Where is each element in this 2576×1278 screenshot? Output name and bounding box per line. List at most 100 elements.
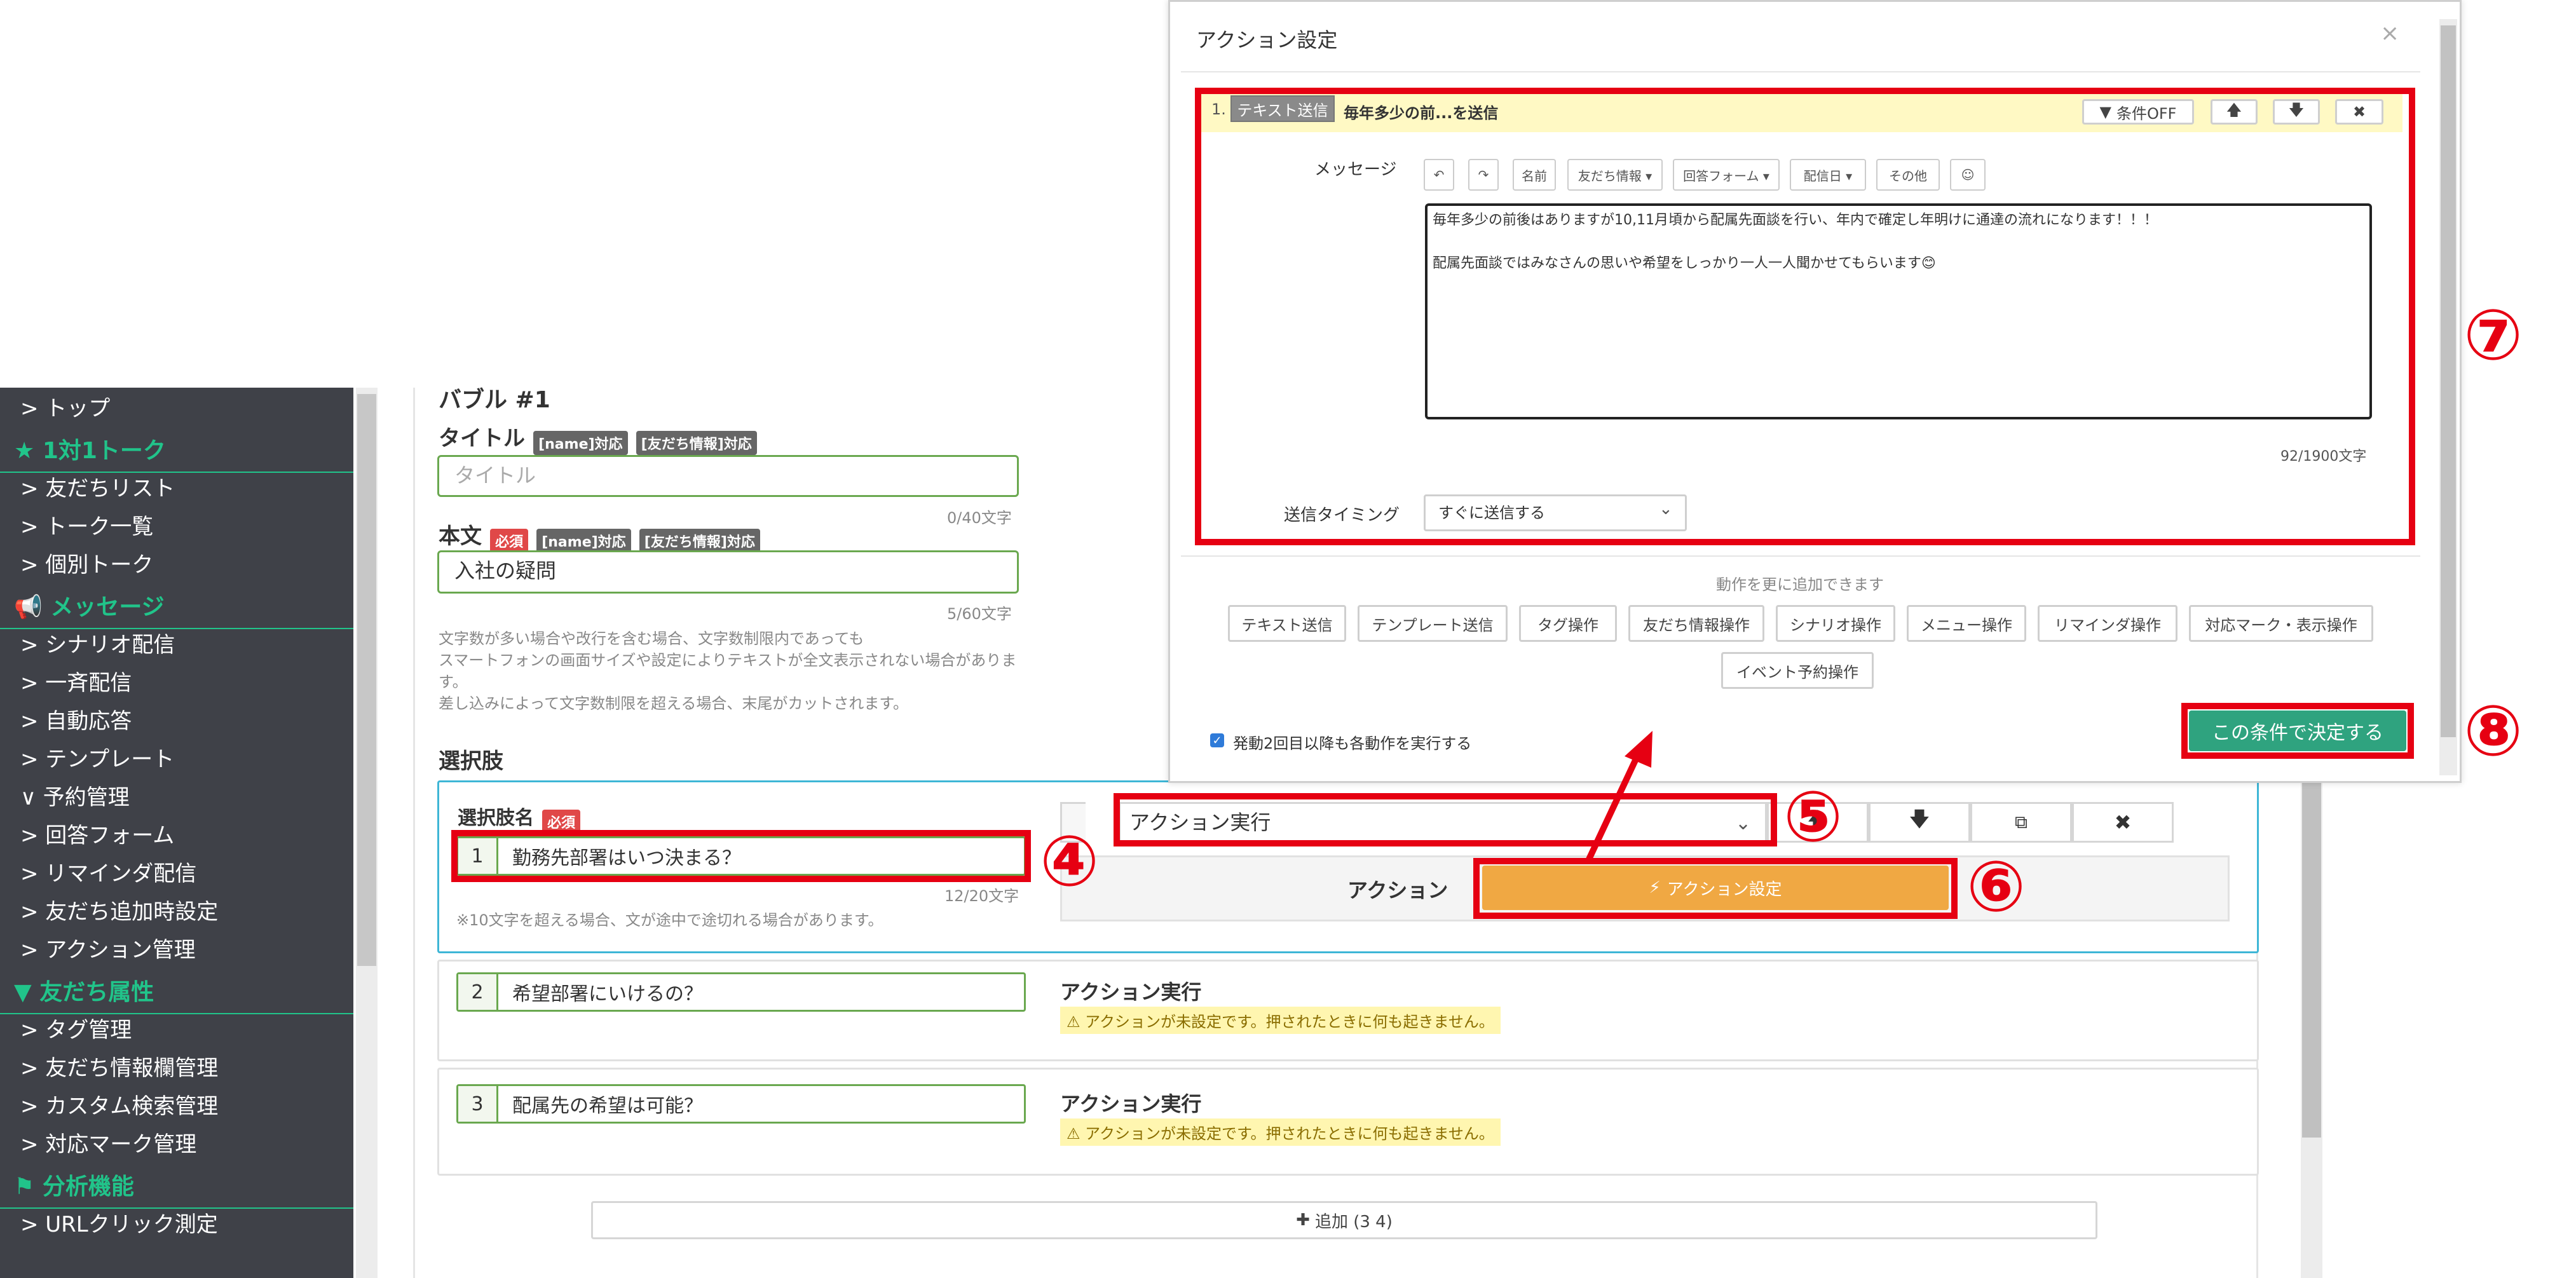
filter-icon: ▼ bbox=[14, 979, 40, 1005]
add-choice-button[interactable]: ✚ 追加 (3 4) bbox=[591, 1201, 2097, 1239]
add-action-hint: 動作を更に追加できます bbox=[1716, 576, 1884, 594]
copy-button[interactable]: ⧉ bbox=[1970, 802, 2072, 843]
add-tag-op-button[interactable]: タグ操作 bbox=[1519, 605, 1617, 642]
chevron-right-icon: > bbox=[20, 670, 46, 696]
sidebar-item-7[interactable]: > 一斉配信 bbox=[0, 667, 353, 699]
required-badge: 必須 bbox=[490, 528, 529, 553]
help-text: 文字数が多い場合や改行を含む場合、文字数制限内であっても スマートフォンの画面サ… bbox=[439, 630, 1017, 712]
sidebar-section-15[interactable]: ▼ 友だち属性 bbox=[0, 972, 353, 1014]
modal-title: アクション設定 bbox=[1196, 28, 1338, 52]
name-tag: [name]対応 bbox=[536, 528, 631, 553]
highlight-box-7 bbox=[1195, 88, 2415, 545]
choice-2-warning: ⚠ アクションが未設定です。押されたときに何も起きません。 bbox=[1060, 1007, 1501, 1034]
chevron-down-icon: ∨ bbox=[20, 785, 43, 810]
copy-icon: ⧉ bbox=[2015, 812, 2027, 833]
annotation-4: ④ bbox=[1040, 820, 1100, 902]
add-template-send-button[interactable]: テンプレート送信 bbox=[1358, 605, 1508, 642]
add-event-reservation-op-button[interactable]: イベント予約操作 bbox=[1721, 652, 1874, 689]
move-down-button[interactable]: 🡇 bbox=[1869, 802, 1970, 843]
sidebar-item-21[interactable]: > URLクリック測定 bbox=[0, 1209, 353, 1241]
sidebar-section-1[interactable]: ★ 1対1トーク bbox=[0, 431, 353, 473]
chevron-right-icon: > bbox=[20, 1094, 46, 1119]
add-reminder-op-button[interactable]: リマインダ操作 bbox=[2038, 605, 2177, 642]
sidebar-item-3[interactable]: > トーク一覧 bbox=[0, 511, 353, 543]
sidebar-item-4[interactable]: > 個別トーク bbox=[0, 549, 353, 581]
action-label: アクション bbox=[1347, 878, 1448, 902]
choice-3-input[interactable]: 3 配属先の希望は可能？ bbox=[456, 1084, 1026, 1124]
sidebar-scroll-thumb[interactable] bbox=[357, 394, 376, 966]
chevron-right-icon: > bbox=[20, 552, 46, 578]
choice-1-note: ※10文字を超える場合、文が途中で途切れる場合があります。 bbox=[456, 911, 883, 929]
chevron-right-icon: > bbox=[20, 747, 46, 772]
highlight-box-4 bbox=[451, 830, 1031, 882]
title-input[interactable]: タイトル bbox=[437, 455, 1019, 497]
chevron-right-icon: > bbox=[20, 514, 46, 540]
modal-section-divider bbox=[1181, 555, 2420, 557]
chevron-right-icon: > bbox=[20, 1212, 46, 1237]
warning-icon: ⚠ bbox=[1067, 1125, 1086, 1143]
repeat-checkbox[interactable]: ✓ bbox=[1210, 733, 1224, 747]
sidebar-item-16[interactable]: > タグ管理 bbox=[0, 1014, 353, 1046]
choices-label: 選択肢 bbox=[439, 749, 503, 774]
flag-icon: ⚑ bbox=[14, 1174, 43, 1200]
body-char-count: 5/60文字 bbox=[947, 605, 1012, 623]
sidebar-item-19[interactable]: > 対応マーク管理 bbox=[0, 1129, 353, 1160]
add-mark-display-op-button[interactable]: 対応マーク・表示操作 bbox=[2189, 605, 2373, 642]
highlight-box-8 bbox=[2181, 703, 2414, 759]
repeat-label: 発動2回目以降も各動作を実行する bbox=[1233, 735, 1472, 752]
chevron-right-icon: > bbox=[20, 1017, 46, 1043]
highlight-box-6 bbox=[1473, 858, 1958, 919]
title-label-row: タイトル [name]対応 [友だち情報]対応 bbox=[439, 421, 757, 455]
sidebar-item-6[interactable]: > シナリオ配信 bbox=[0, 629, 353, 661]
highlight-box-5 bbox=[1114, 793, 1777, 846]
sidebar-item-2[interactable]: > 友だちリスト bbox=[0, 473, 353, 505]
choice-2-action-title: アクション実行 bbox=[1060, 980, 1202, 1004]
sidebar-item-17[interactable]: > 友だち情報欄管理 bbox=[0, 1052, 353, 1084]
sidebar-item-8[interactable]: > 自動応答 bbox=[0, 705, 353, 737]
sidebar-item-0[interactable]: > トップ bbox=[0, 393, 353, 425]
choice-name-label: 選択肢名 bbox=[458, 807, 534, 829]
name-tag: [name]対応 bbox=[533, 430, 628, 455]
check-icon: ✓ bbox=[1212, 733, 1222, 747]
add-friend-info-op-button[interactable]: 友だち情報操作 bbox=[1628, 605, 1764, 642]
sidebar-item-9[interactable]: > テンプレート bbox=[0, 744, 353, 775]
sidebar-section-20[interactable]: ⚑ 分析機能 bbox=[0, 1167, 353, 1209]
chevron-right-icon: > bbox=[20, 476, 46, 501]
megaphone-icon: 📢 bbox=[14, 594, 51, 620]
add-menu-op-button[interactable]: メニュー操作 bbox=[1907, 605, 2026, 642]
modal-close-icon[interactable]: × bbox=[2380, 20, 2399, 46]
body-input[interactable]: 入社の疑問 bbox=[437, 550, 1019, 594]
modal-header-divider bbox=[1181, 71, 2420, 72]
chevron-right-icon: > bbox=[20, 937, 46, 963]
star-icon: ★ bbox=[14, 438, 43, 464]
sidebar-item-18[interactable]: > カスタム検索管理 bbox=[0, 1091, 353, 1122]
annotation-7: ⑦ bbox=[2464, 294, 2523, 376]
sidebar-item-13[interactable]: > 友だち追加時設定 bbox=[0, 896, 353, 928]
sidebar-item-12[interactable]: > リマインダ配信 bbox=[0, 858, 353, 890]
annotation-5: ⑤ bbox=[1783, 776, 1843, 857]
bubble-title: バブル #1 bbox=[439, 387, 550, 413]
title-label: タイトル bbox=[439, 426, 525, 451]
chevron-right-icon: > bbox=[20, 899, 46, 925]
add-scenario-op-button[interactable]: シナリオ操作 bbox=[1776, 605, 1895, 642]
content-left-border bbox=[413, 388, 415, 1278]
chevron-right-icon: > bbox=[20, 1132, 46, 1157]
modal-scroll-thumb[interactable] bbox=[2441, 25, 2456, 737]
choice-2-input[interactable]: 2 希望部署にいけるの？ bbox=[456, 972, 1026, 1012]
chevron-right-icon: > bbox=[20, 823, 46, 848]
sidebar: > トップ ★ 1対1トーク > 友だちリスト > トーク一覧 > 個別トーク 📢 メッセ… bbox=[0, 388, 353, 1278]
annotation-6: ⑥ bbox=[1966, 846, 2026, 927]
delete-button[interactable]: ✖ bbox=[2072, 802, 2174, 843]
sidebar-item-10[interactable]: ∨ 予約管理 bbox=[0, 782, 353, 813]
friend-info-tag: [友だち情報]対応 bbox=[636, 430, 757, 455]
chevron-right-icon: > bbox=[20, 709, 46, 734]
sidebar-section-5[interactable]: 📢 メッセージ bbox=[0, 587, 353, 629]
warning-icon: ⚠ bbox=[1067, 1013, 1086, 1031]
chevron-right-icon: > bbox=[20, 632, 46, 658]
chevron-right-icon: > bbox=[20, 396, 46, 421]
add-text-send-button[interactable]: テキスト送信 bbox=[1228, 605, 1346, 642]
choice-1-char-count: 12/20文字 bbox=[944, 887, 1019, 905]
close-icon: ✖ bbox=[2114, 810, 2132, 834]
sidebar-item-11[interactable]: > 回答フォーム bbox=[0, 820, 353, 852]
sidebar-item-14[interactable]: > アクション管理 bbox=[0, 934, 353, 966]
